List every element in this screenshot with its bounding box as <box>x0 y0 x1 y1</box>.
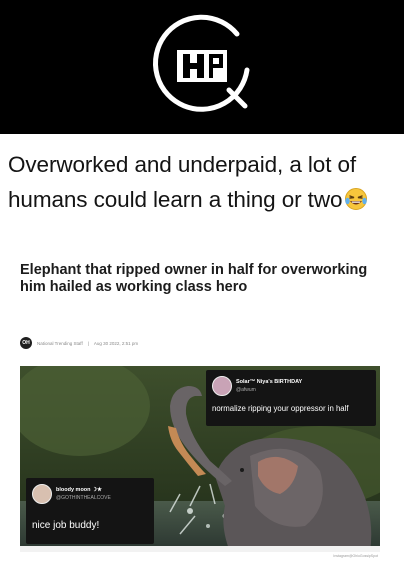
byline-date: Aug 30 2022, 2:51 pm <box>93 340 139 346</box>
reply-top-handle: @afwum <box>236 387 256 393</box>
avatar <box>212 376 232 396</box>
reply-card-bottom: bloody moon ☽★ @GOTHINTHEALCOVE nice job… <box>26 478 154 544</box>
byline-avatar: OH <box>20 337 32 349</box>
elephant-photo: Solar™ Niya's BIRTHDAY @afwum normalize … <box>20 366 380 552</box>
reply-bottom-name: bloody moon ☽★ <box>56 487 102 493</box>
byline-separator: | <box>87 340 89 346</box>
article-headline: Elephant that ripped owner in half for o… <box>20 262 368 295</box>
avatar <box>32 484 52 504</box>
byline-author: National Trending Staff <box>37 340 83 346</box>
article-screenshot: Elephant that ripped owner in half for o… <box>20 262 380 567</box>
tweet-text: Overworked and underpaid, a lot of human… <box>8 147 388 217</box>
laughing-crying-emoji-icon <box>345 188 368 210</box>
reply-bottom-handle: @GOTHINTHEALCOVE <box>56 495 111 501</box>
header-bar <box>0 0 404 134</box>
post-panel: Overworked and underpaid, a lot of human… <box>0 134 404 569</box>
photo-credit: Instagram@OhioGossipSpot <box>333 554 378 558</box>
reply-top-name: Solar™ Niya's BIRTHDAY <box>236 379 303 385</box>
article-byline: OH National Trending Staff | Aug 30 2022… <box>20 336 138 350</box>
logo-icon <box>153 14 250 112</box>
reply-bottom-text: nice job buddy! <box>32 520 100 531</box>
reply-top-text: normalize ripping your oppressor in half <box>212 404 349 413</box>
reply-card-top: Solar™ Niya's BIRTHDAY @afwum normalize … <box>206 370 376 426</box>
tweet-text-content: Overworked and underpaid, a lot of human… <box>8 152 357 212</box>
